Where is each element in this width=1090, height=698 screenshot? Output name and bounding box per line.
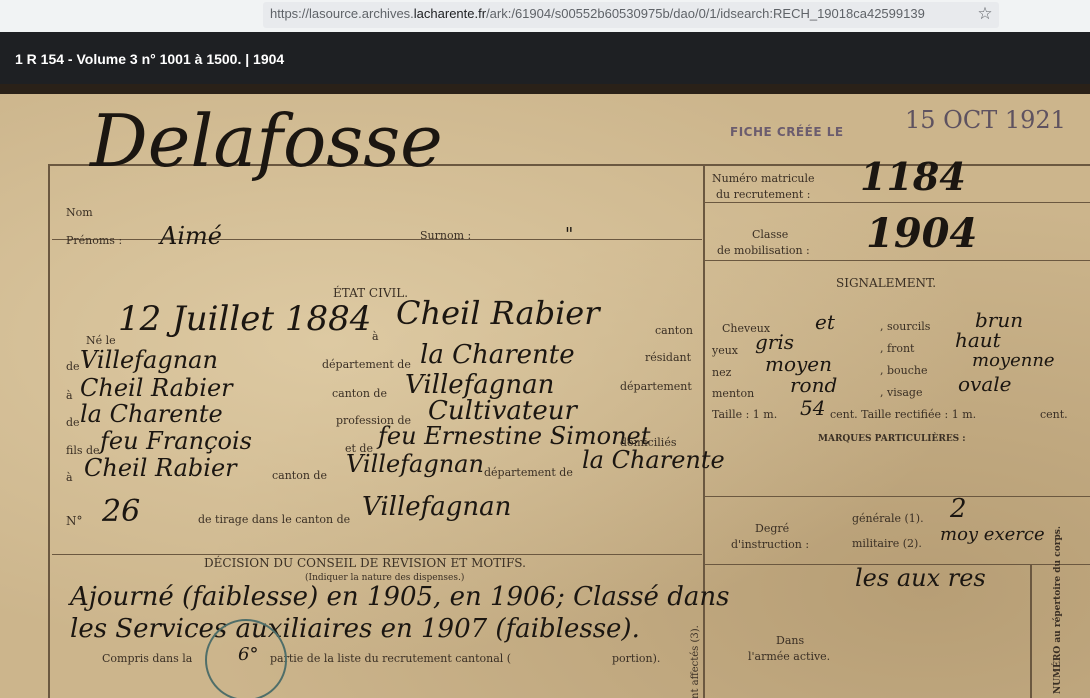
no-label: N° xyxy=(66,514,83,528)
birth-date: 12 Juillet 1884 xyxy=(118,299,372,339)
partie-liste-label: partie de la liste du recrutement canton… xyxy=(270,652,512,665)
birth-place: Cheil Rabier xyxy=(396,294,600,332)
armee-active-label: l'armée active. xyxy=(748,650,831,663)
name-section-divider xyxy=(52,239,702,240)
dans-label: Dans xyxy=(776,634,805,647)
taille-label: Taille : 1 m. xyxy=(712,408,778,421)
taille-value: 54 xyxy=(800,396,826,420)
decision-divider xyxy=(52,554,702,555)
departement-de-label: département de xyxy=(322,358,411,371)
tirage-number: 26 xyxy=(102,494,141,529)
classe-label: Classe xyxy=(752,228,789,241)
registry-page: FICHE CRÉÉE LE 15 OCT 1921 Delafosse Nom… xyxy=(0,94,1090,698)
generale-label: générale (1). xyxy=(852,512,924,525)
yeux-label: yeux xyxy=(712,344,739,357)
residence-departement: la Charente xyxy=(80,400,223,428)
instruction-divider xyxy=(705,496,1090,497)
a2-label: à xyxy=(66,389,73,402)
father-name: feu François xyxy=(100,427,252,455)
surnom-label: Surnom : xyxy=(420,229,472,242)
parents-departement: la Charente xyxy=(582,446,725,474)
bouche-value: moyenne xyxy=(972,350,1055,371)
numero-matricule-label: Numéro matricule xyxy=(712,172,815,185)
bouche-label: , bouche xyxy=(880,364,928,377)
canton-de-label: canton de xyxy=(332,387,387,400)
de-tirage-label: de tirage dans le canton de xyxy=(198,513,351,526)
birth-canton: Villefagnan xyxy=(80,346,218,374)
marques-heading: MARQUES PARTICULIÈRES : xyxy=(818,434,966,444)
parents-place: Cheil Rabier xyxy=(84,454,237,482)
degre-label: Degré xyxy=(755,522,790,535)
visage-value: ovale xyxy=(958,372,1012,396)
classe-value: 1904 xyxy=(866,210,978,257)
seal-stamp xyxy=(205,619,287,698)
birth-departement: la Charente xyxy=(420,340,575,370)
portion-label: portion). xyxy=(612,652,661,665)
parents-canton: Villefagnan xyxy=(346,450,484,478)
front-label: , front xyxy=(880,342,915,355)
de-label: de xyxy=(66,360,80,373)
menton-value: rond xyxy=(790,373,838,397)
affectes-label: nt affectés (3). xyxy=(690,625,701,698)
stamp-label: FICHE CRÉÉE LE xyxy=(730,125,844,139)
prenoms-label: Prénoms : xyxy=(66,234,123,247)
decision-line-1: Ajourné (faiblesse) en 1905, en 1906; Cl… xyxy=(70,582,730,612)
browser-address-bar: https://lasource.archives.lacharente.fr/… xyxy=(0,0,1090,32)
a3-label: à xyxy=(66,471,73,484)
sourcils-label: , sourcils xyxy=(880,320,931,333)
cent-label: cent. xyxy=(1040,408,1068,421)
prenom-value: Aimé xyxy=(160,222,222,250)
cheveux-value: et xyxy=(815,310,835,334)
surnom-value: " xyxy=(565,224,574,245)
decision-line-2: les Services auxiliaires en 1907 (faible… xyxy=(70,614,640,644)
residence-place: Cheil Rabier xyxy=(80,374,233,402)
militaire-label: militaire (2). xyxy=(852,537,922,550)
compris-dans-label: Compris dans la xyxy=(102,652,193,665)
decision-heading: DÉCISION DU CONSEIL DE REVISION ET MOTIF… xyxy=(204,556,526,570)
star-icon[interactable]: ☆ xyxy=(975,4,995,24)
canton-label: canton xyxy=(655,324,693,337)
du-recrutement-label: du recrutement : xyxy=(716,188,811,201)
affectation-value: les aux res xyxy=(855,564,986,592)
taille-rectifiee-label: cent. Taille rectifiée : 1 m. xyxy=(830,408,977,421)
signalement-heading: SIGNALEMENT. xyxy=(836,276,937,290)
url-text[interactable]: https://lasource.archives.lacharente.fr/… xyxy=(270,6,970,24)
classe-divider xyxy=(705,260,1090,261)
document-viewport[interactable]: FICHE CRÉÉE LE 15 OCT 1921 Delafosse Nom… xyxy=(0,84,1090,698)
matricule-divider xyxy=(705,202,1090,203)
column-divider xyxy=(703,164,705,698)
repertoire-divider xyxy=(1030,564,1032,698)
front-value: haut xyxy=(955,328,1001,352)
residant-label: résidant xyxy=(645,351,692,364)
departement-label: département xyxy=(620,380,692,393)
yeux-value: gris xyxy=(755,330,795,354)
instruction-label: d'instruction : xyxy=(731,538,810,551)
de-mobilisation-label: de mobilisation : xyxy=(717,244,810,257)
de2-label: de xyxy=(66,416,80,429)
a-label: à xyxy=(372,330,379,343)
visage-label: , visage xyxy=(880,386,923,399)
matricule-value: 1184 xyxy=(860,154,966,199)
viewer-title: 1 R 154 - Volume 3 n° 1001 à 1500. | 190… xyxy=(15,51,285,67)
tirage-canton: Villefagnan xyxy=(362,492,512,522)
nom-label: Nom xyxy=(66,206,93,219)
menton-label: menton xyxy=(712,387,755,400)
generale-value: 2 xyxy=(950,494,967,524)
stamp-date: 15 OCT 1921 xyxy=(905,106,1066,134)
numero-repertoire-label: NUMÉRO au répertoire du corps. xyxy=(1053,526,1063,694)
frame-left-line xyxy=(48,164,50,698)
militaire-value: moy exerce xyxy=(940,524,1045,545)
departement-de2-label: département de xyxy=(484,466,573,479)
surname: Delafosse xyxy=(90,99,443,183)
canton-de2-label: canton de xyxy=(272,469,327,482)
nez-label: nez xyxy=(712,366,732,379)
